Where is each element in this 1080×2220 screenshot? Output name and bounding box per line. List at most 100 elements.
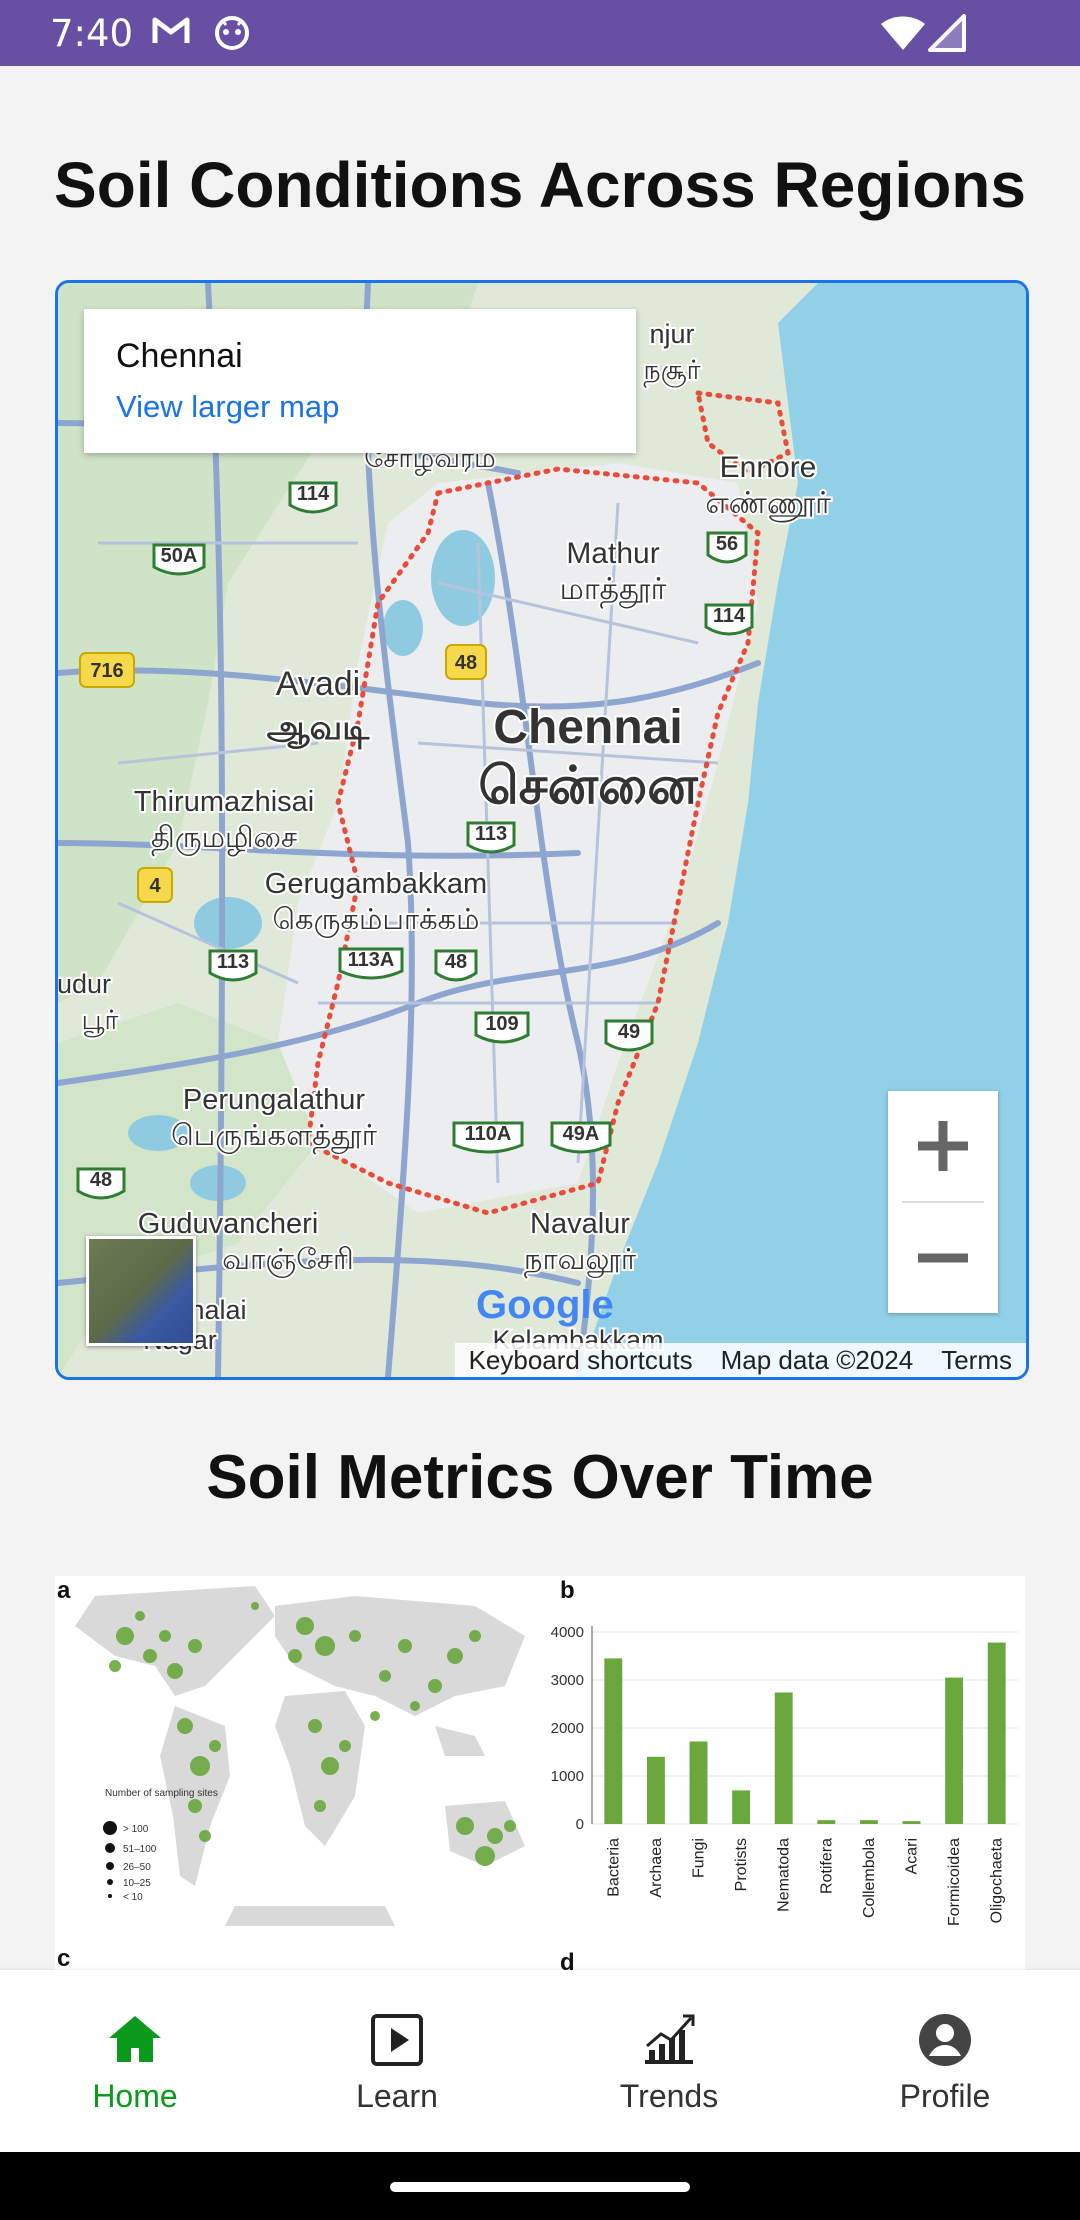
x-tick-label: Collembola xyxy=(861,1838,878,1918)
legend-item: 26–50 xyxy=(123,1862,151,1873)
bar-acari xyxy=(902,1821,921,1824)
x-tick-label: Fungi xyxy=(691,1838,708,1878)
route-shield: 716 xyxy=(79,652,135,688)
map-data-text: Map data ©2024 xyxy=(720,1344,914,1375)
y-tick-label: 1000 xyxy=(551,1768,584,1785)
nav-profile[interactable]: Profile xyxy=(810,1970,1080,2152)
shield-label: 110A xyxy=(465,1123,512,1145)
gesture-bar xyxy=(0,2152,1080,2220)
y-tick-label: 0 xyxy=(576,1816,584,1833)
signal-icon xyxy=(928,14,966,52)
route-shield: 48 xyxy=(445,644,487,680)
map-label-navalur-ta: நாவலூர் xyxy=(524,1244,636,1279)
shield-label: 48 xyxy=(455,652,477,674)
map-label-chennai-ta: சென்னை xyxy=(478,757,698,815)
zoom-controls xyxy=(888,1091,998,1313)
shield-label: 49 xyxy=(618,1021,640,1043)
y-tick-label: 4000 xyxy=(551,1624,584,1641)
shield-label: 113 xyxy=(217,951,249,973)
bar-formicoidea xyxy=(945,1677,964,1824)
map-label-chennai: Chennai xyxy=(493,701,682,754)
map-label-guduvancheri-ta: வாஞ்சேரி xyxy=(222,1244,354,1278)
shield-label: 48 xyxy=(445,951,467,973)
y-tick-label: 3000 xyxy=(551,1672,584,1689)
bar-oligochaeta xyxy=(987,1642,1006,1824)
bar-nematoda xyxy=(774,1692,793,1824)
bar-fungi xyxy=(689,1741,708,1824)
taxa-bar-chart: b d 0 1000 2000 3000 4000 Bacteria Archaea Fung… xyxy=(551,1577,1018,1970)
nav-profile-label: Profile xyxy=(899,2078,991,2114)
map-label-avadi-ta: ஆவடி xyxy=(267,709,371,750)
x-tick-label: Protists xyxy=(733,1838,750,1891)
map-label-perungalathur: Perungalathur xyxy=(183,1084,366,1116)
panel-letter-a: a xyxy=(57,1577,71,1604)
x-tick-label: Bacteria xyxy=(605,1838,622,1897)
shield-label: 48 xyxy=(90,1169,112,1191)
map-label-gerugambakkam-ta: கெருகம்பாக்கம் xyxy=(272,904,479,938)
map-label-halai: halai xyxy=(189,1295,246,1325)
bar-rotifera xyxy=(817,1820,836,1824)
map-label-ennore: Ennore xyxy=(720,451,817,484)
app-notification-icon xyxy=(215,16,249,50)
shield-label: 113A xyxy=(348,949,395,971)
terms-link[interactable]: Terms xyxy=(927,1345,1026,1376)
home-gesture-handle[interactable] xyxy=(390,2182,690,2192)
map-place-name: Chennai xyxy=(116,337,243,375)
bar-protists xyxy=(732,1790,751,1824)
keyboard-shortcuts-link[interactable]: Keyboard shortcuts xyxy=(455,1345,707,1376)
view-larger-map-link[interactable]: View larger map xyxy=(116,389,339,425)
map-label-minjur: njur xyxy=(649,319,694,349)
nav-learn[interactable]: Learn xyxy=(262,1970,532,2152)
world-sampling-map: a Number of sampling sites > 100 51–100 … xyxy=(57,1577,525,1970)
map-footer: Keyboard shortcuts Map data ©2024 Terms xyxy=(454,1343,1026,1377)
map-embed[interactable]: 114 50A 716 48 56 114 113 4 113 113A 48 … xyxy=(55,280,1029,1380)
x-tick-label: Archaea xyxy=(648,1838,665,1898)
status-bar: 7:40 xyxy=(0,0,1080,66)
route-shield: 113 xyxy=(208,949,258,982)
y-tick-label: 2000 xyxy=(551,1720,584,1737)
route-shield: 49 xyxy=(604,1019,654,1052)
shield-label: 49A xyxy=(563,1123,600,1145)
gmail-icon xyxy=(152,17,190,43)
soil-metrics-figure: a Number of sampling sites > 100 51–100 … xyxy=(55,1576,1025,1970)
route-shield: 50A xyxy=(152,543,206,576)
home-icon xyxy=(109,2016,161,2062)
shield-label: 113 xyxy=(475,823,507,845)
map-label-perungalathur-ta: பெருங்களத்தூர் xyxy=(171,1120,377,1154)
legend-item: < 10 xyxy=(123,1892,143,1903)
wifi-icon xyxy=(881,16,925,50)
zoom-out-button[interactable] xyxy=(888,1203,998,1313)
legend-item: 10–25 xyxy=(123,1878,151,1889)
map-label-avadi: Avadi xyxy=(276,665,360,703)
plus-icon xyxy=(918,1121,968,1171)
route-shield: 113A xyxy=(338,947,404,980)
route-shield: 114 xyxy=(704,603,754,636)
route-shield: 4 xyxy=(137,867,173,903)
map-label-ennore-ta: எண்ணூர் xyxy=(705,487,831,522)
x-tick-label: Acari xyxy=(904,1838,921,1874)
x-tick-label: Rotifera xyxy=(818,1838,835,1894)
map-label-navalur: Navalur xyxy=(530,1208,630,1240)
shield-label: 716 xyxy=(90,660,123,682)
satellite-toggle-button[interactable] xyxy=(86,1236,196,1346)
map-label-minjur-ta: நசூர் xyxy=(643,355,700,388)
shield-label: 114 xyxy=(713,605,746,627)
zoom-in-button[interactable] xyxy=(888,1091,998,1201)
map-label-thirumazhisai-ta: திருமழிசை xyxy=(151,822,297,857)
nav-home[interactable]: Home xyxy=(0,1970,270,2152)
legend-title: Number of sampling sites xyxy=(105,1788,218,1799)
route-shield: 48 xyxy=(76,1167,126,1200)
x-tick-label: Formicoidea xyxy=(946,1838,963,1926)
panel-letter-d: d xyxy=(560,1949,575,1970)
map-label-mathur-ta: மாத்தூர் xyxy=(560,573,667,609)
map-label-mathur: Mathur xyxy=(566,537,659,570)
bottom-navigation: Home Learn Trends Profile xyxy=(0,1970,1080,2152)
legend-item: > 100 xyxy=(123,1824,149,1835)
route-shield: 113 xyxy=(466,821,516,854)
map-label-udur: udur xyxy=(58,969,111,999)
play-box-icon xyxy=(371,2014,423,2066)
route-shield: 109 xyxy=(474,1011,530,1044)
nav-trends[interactable]: Trends xyxy=(534,1970,804,2152)
route-shield: 48 xyxy=(434,949,478,982)
shield-label: 109 xyxy=(485,1013,518,1035)
